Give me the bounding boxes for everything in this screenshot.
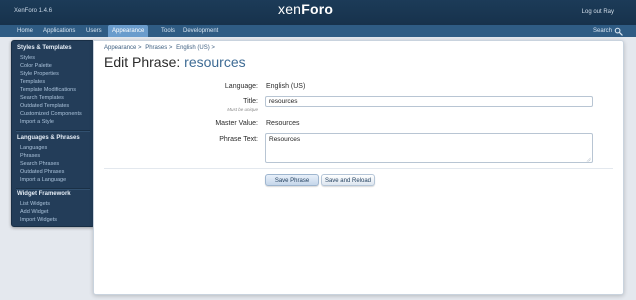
sidebar-item-outdated-phrases[interactable]: Outdated Phrases [20,169,64,175]
logout-link[interactable]: Log out Ray [582,9,614,15]
language-label: Language: [224,83,258,90]
save-and-reload-button[interactable]: Save and Reload [321,174,375,186]
resize-handle-icon[interactable] [586,157,591,162]
form-divider [104,168,613,169]
sidebar-item-languages[interactable]: Languages [20,145,47,151]
tab-development[interactable]: Development [181,25,220,37]
breadcrumb-appearance[interactable]: Appearance > [104,45,142,51]
sidebar-item-search-phrases[interactable]: Search Phrases [20,161,59,167]
main-navigation: Home Applications Users Appearance Tools… [0,25,636,37]
sidebar-item-templates[interactable]: Templates [20,79,45,85]
page-title-prefix: Edit Phrase: [104,54,181,70]
sidebar: Styles & Templates Styles Color Palette … [11,40,95,227]
tab-users[interactable]: Users [84,25,104,37]
app-version: XenForo 1.4.6 [14,8,53,14]
sidebar-item-style-properties[interactable]: Style Properties [20,71,59,77]
phrase-text-input[interactable]: Resources [265,133,593,163]
breadcrumb-english-us[interactable]: English (US) > [176,45,215,51]
sidebar-section-languages-phrases: Languages & Phrases [17,135,80,141]
logo-text-bold: Foro [301,1,334,17]
sidebar-item-customized-components[interactable]: Customized Components [20,111,82,117]
sidebar-item-import-language[interactable]: Import a Language [20,177,66,183]
sidebar-section-widget-framework: Widget Framework [17,191,71,197]
sidebar-item-styles[interactable]: Styles [20,55,35,61]
sidebar-item-import-style[interactable]: Import a Style [20,119,54,125]
page-title: Edit Phrase: resources [104,54,246,70]
page-title-phrase: resources [184,54,246,70]
sidebar-item-add-widget[interactable]: Add Widget [20,209,48,215]
master-value: Resources [266,120,300,127]
tab-tools[interactable]: Tools [159,25,177,37]
sidebar-item-import-widgets[interactable]: Import Widgets [20,217,57,223]
search-icon[interactable] [614,27,623,36]
phrase-text-label: Phrase Text: [219,136,258,143]
main-content: Appearance > Phrases > English (US) > Ed… [93,40,624,295]
sidebar-item-phrases[interactable]: Phrases [20,153,40,159]
sidebar-item-search-templates[interactable]: Search Templates [20,95,64,101]
breadcrumb-phrases[interactable]: Phrases > [145,45,172,51]
sidebar-item-color-palette[interactable]: Color Palette [20,63,52,69]
master-value-label: Master Value: [215,120,258,127]
sidebar-section-styles-templates: Styles & Templates [17,45,72,51]
sidebar-item-outdated-templates[interactable]: Outdated Templates [20,103,69,109]
tab-applications[interactable]: Applications [41,25,77,37]
admin-header: XenForo 1.4.6 xenForo Log out Ray [0,0,636,25]
search-link[interactable]: Search [593,25,612,37]
tab-appearance[interactable]: Appearance [108,25,149,37]
sidebar-divider [16,130,90,132]
tab-home[interactable]: Home [15,25,35,37]
logo-text-light: xen [278,1,302,17]
breadcrumb: Appearance > Phrases > English (US) > [104,45,217,51]
save-phrase-button[interactable]: Save Phrase [265,174,319,186]
xenforo-logo[interactable]: xenForo [278,1,333,17]
sidebar-divider [16,188,90,190]
sidebar-item-template-modifications[interactable]: Template Modifications [20,87,76,93]
title-hint: Must be unique [227,107,258,112]
title-input[interactable] [265,96,593,107]
sidebar-item-list-widgets[interactable]: List Widgets [20,201,50,207]
language-value: English (US) [266,83,306,90]
title-label: Title: [243,98,258,105]
